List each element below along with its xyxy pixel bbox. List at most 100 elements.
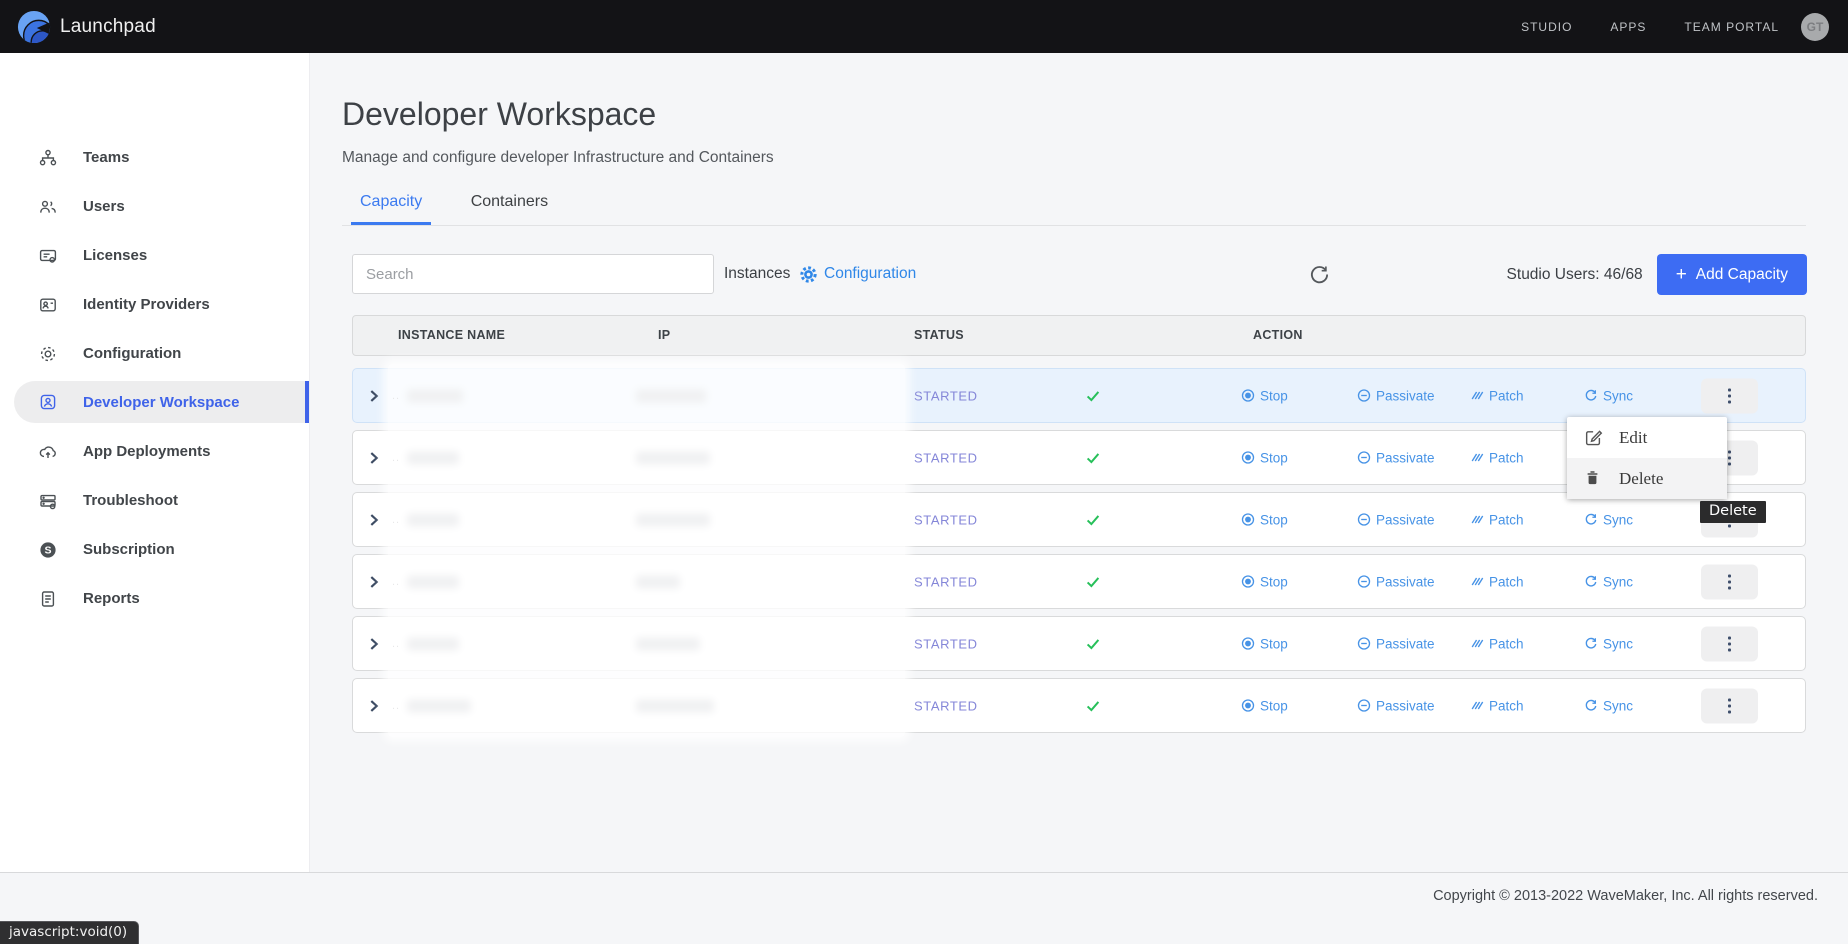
sync-action[interactable]: Sync — [1584, 636, 1633, 651]
action-label: Sync — [1603, 636, 1633, 651]
active-indicator — [305, 381, 309, 423]
patch-action[interactable]: Patch — [1470, 512, 1524, 527]
chevron-right-icon[interactable] — [365, 449, 383, 467]
table-row[interactable]: .. STARTED Stop Passivate Patch Sync — [352, 492, 1806, 547]
action-label: Stop — [1260, 698, 1288, 713]
brand[interactable]: Launchpad — [17, 10, 156, 44]
chevron-right-icon[interactable] — [365, 387, 383, 405]
patch-action[interactable]: Patch — [1470, 574, 1524, 589]
passivate-action[interactable]: Passivate — [1357, 512, 1435, 527]
action-label: Passivate — [1376, 698, 1435, 713]
sidebar-item-subscription[interactable]: S Subscription — [0, 525, 309, 574]
identity-providers-icon — [38, 295, 58, 315]
menu-item-label: Edit — [1619, 428, 1647, 448]
passivate-action[interactable]: Passivate — [1357, 388, 1435, 403]
sidebar-item-licenses[interactable]: Licenses — [0, 231, 309, 280]
table-header: INSTANCE NAME IP STATUS ACTION — [352, 315, 1806, 356]
sidebar-item-users[interactable]: Users — [0, 182, 309, 231]
stop-action[interactable]: Stop — [1241, 636, 1288, 651]
delete-tooltip: Delete — [1700, 501, 1766, 523]
svg-text:S: S — [44, 544, 51, 556]
row-menu-button[interactable] — [1701, 378, 1758, 413]
sidebar-item-configuration[interactable]: Configuration — [0, 329, 309, 378]
configuration-link[interactable]: Configuration — [799, 254, 916, 294]
success-check-icon — [1084, 511, 1102, 529]
table-row[interactable]: .. STARTED Stop Passivate Patch Sync — [352, 554, 1806, 609]
nav-team-portal[interactable]: TEAM PORTAL — [1684, 20, 1779, 34]
action-label: Patch — [1489, 450, 1524, 465]
menu-item-delete[interactable]: Delete — [1567, 458, 1727, 499]
sidebar-item-teams[interactable]: Teams — [0, 133, 309, 182]
patch-action[interactable]: Patch — [1470, 450, 1524, 465]
edit-pencil-icon — [1584, 428, 1603, 447]
sync-action[interactable]: Sync — [1584, 698, 1633, 713]
table-row[interactable]: .. STARTED Stop Passivate Patch Sync — [352, 678, 1806, 733]
action-label: Sync — [1603, 574, 1633, 589]
success-check-icon — [1084, 449, 1102, 467]
sync-action[interactable]: Sync — [1584, 388, 1633, 403]
sidebar-item-identity-providers[interactable]: Identity Providers — [0, 280, 309, 329]
passivate-action[interactable]: Passivate — [1357, 698, 1435, 713]
search-input[interactable] — [352, 254, 714, 294]
patch-action[interactable]: Patch — [1470, 388, 1524, 403]
table-row[interactable]: .. STARTED Stop Passivate Patch Sync — [352, 616, 1806, 671]
chevron-right-icon[interactable] — [365, 697, 383, 715]
sidebar-item-developer-workspace[interactable]: Developer Workspace — [14, 381, 309, 423]
nav-studio[interactable]: STUDIO — [1521, 20, 1572, 34]
users-icon — [38, 197, 58, 217]
passivate-action[interactable]: Passivate — [1357, 574, 1435, 589]
status-text: STARTED — [914, 512, 978, 527]
status-text: STARTED — [914, 636, 978, 651]
trash-icon — [1584, 469, 1603, 488]
sidebar-item-label: App Deployments — [83, 443, 211, 460]
chevron-right-icon[interactable] — [365, 573, 383, 591]
action-label: Stop — [1260, 450, 1288, 465]
sidebar-item-app-deployments[interactable]: App Deployments — [0, 427, 309, 476]
stop-action[interactable]: Stop — [1241, 512, 1288, 527]
sidebar-item-reports[interactable]: Reports — [0, 574, 309, 623]
top-bar: Launchpad STUDIO APPS TEAM PORTAL GT — [0, 0, 1848, 53]
stop-action[interactable]: Stop — [1241, 574, 1288, 589]
chevron-right-icon[interactable] — [365, 511, 383, 529]
column-header-instance-name: INSTANCE NAME — [398, 316, 505, 355]
column-header-status: STATUS — [914, 316, 964, 355]
sync-action[interactable]: Sync — [1584, 512, 1633, 527]
tab-containers[interactable]: Containers — [462, 193, 557, 222]
action-label: Passivate — [1376, 512, 1435, 527]
redacted-instance-name — [407, 451, 459, 464]
sidebar-item-troubleshoot[interactable]: Troubleshoot — [0, 476, 309, 525]
row-menu-button[interactable] — [1701, 626, 1758, 661]
add-capacity-button[interactable]: + Add Capacity — [1657, 254, 1807, 295]
tab-capacity[interactable]: Capacity — [351, 193, 431, 225]
table-row[interactable]: .. STARTED Stop Passivate Patch Sync — [352, 368, 1806, 423]
patch-action[interactable]: Patch — [1470, 636, 1524, 651]
stop-action[interactable]: Stop — [1241, 388, 1288, 403]
subscription-icon: S — [38, 540, 58, 560]
success-check-icon — [1084, 573, 1102, 591]
passivate-action[interactable]: Passivate — [1357, 636, 1435, 651]
row-menu-button[interactable] — [1701, 688, 1758, 723]
action-label: Patch — [1489, 636, 1524, 651]
sync-action[interactable]: Sync — [1584, 574, 1633, 589]
refresh-icon[interactable] — [1306, 261, 1332, 287]
avatar[interactable]: GT — [1801, 13, 1829, 41]
configuration-icon — [38, 344, 58, 364]
action-label: Passivate — [1376, 388, 1435, 403]
menu-item-label: Delete — [1619, 469, 1663, 489]
menu-item-edit[interactable]: Edit — [1567, 417, 1727, 458]
browser-status-bar: javascript:void(0) — [0, 921, 139, 944]
action-label: Passivate — [1376, 636, 1435, 651]
developer-workspace-icon — [38, 392, 58, 412]
passivate-action[interactable]: Passivate — [1357, 450, 1435, 465]
chevron-right-icon[interactable] — [365, 635, 383, 653]
stop-action[interactable]: Stop — [1241, 698, 1288, 713]
success-check-icon — [1084, 387, 1102, 405]
action-label: Patch — [1489, 388, 1524, 403]
patch-action[interactable]: Patch — [1470, 698, 1524, 713]
redacted-instance-name — [407, 513, 459, 526]
action-label: Sync — [1603, 388, 1633, 403]
row-menu-button[interactable] — [1701, 564, 1758, 599]
stop-action[interactable]: Stop — [1241, 450, 1288, 465]
nav-apps[interactable]: APPS — [1610, 20, 1646, 34]
redacted-ip — [636, 389, 706, 402]
